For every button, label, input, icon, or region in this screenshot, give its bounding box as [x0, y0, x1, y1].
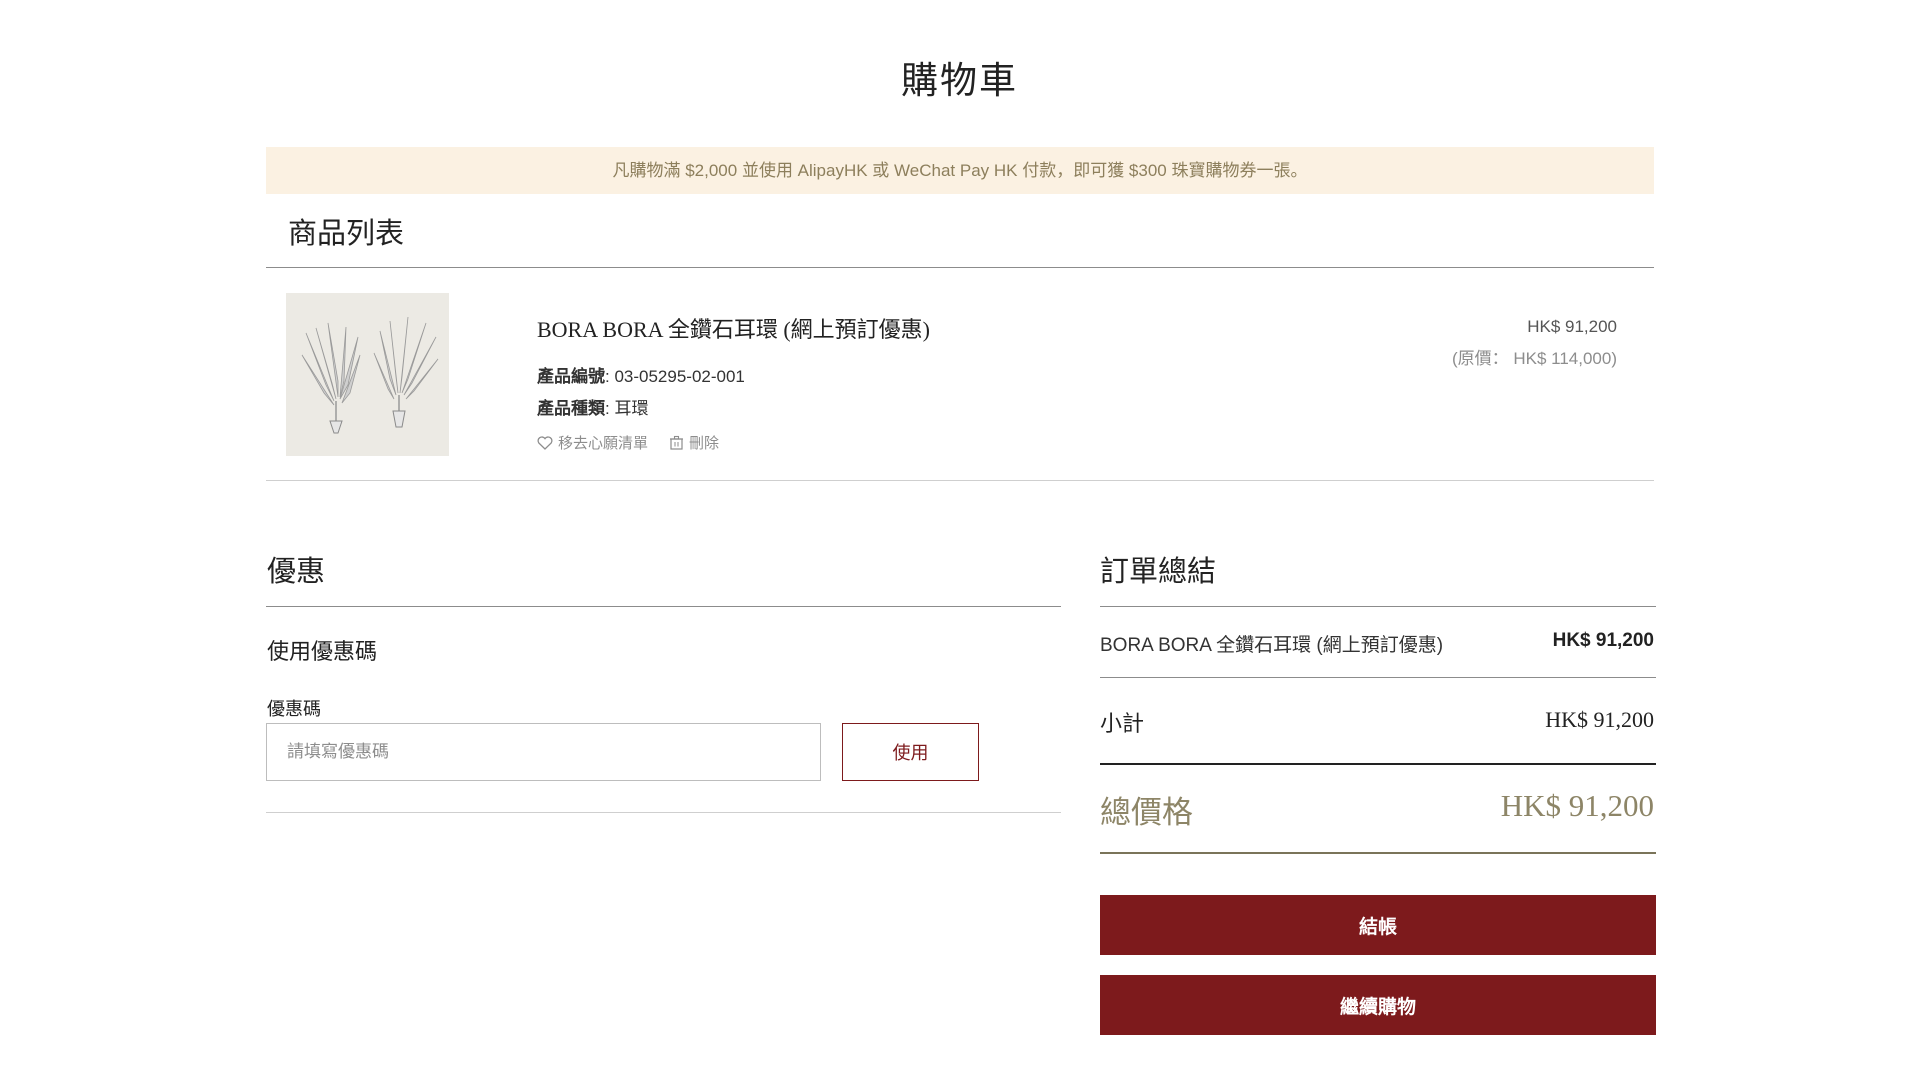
product-row-divider: [266, 480, 1654, 481]
delete-button[interactable]: 刪除: [669, 432, 719, 453]
product-type-value: : 耳環: [605, 399, 649, 418]
summary-header-divider: [1100, 606, 1656, 607]
product-type-label: 產品種類: [537, 399, 605, 418]
product-code: 產品編號: 03-05295-02-001: [537, 362, 745, 387]
trash-icon: [670, 435, 684, 450]
move-to-wishlist-button[interactable]: 移去心願清單: [537, 432, 648, 453]
coupon-field-label: 優惠碼: [267, 699, 321, 719]
coupon-subtitle: 使用優惠碼: [267, 639, 378, 664]
product-type: 產品種類: 耳環: [537, 394, 648, 419]
coupon-section-title: 優惠: [267, 556, 326, 588]
apply-coupon-button[interactable]: 使用: [842, 723, 979, 781]
subtotal-divider: [1100, 763, 1656, 765]
page-title: 購物車: [901, 60, 1018, 101]
product-actions: 移去心願清單 刪除: [537, 432, 719, 453]
products-header-divider: [266, 267, 1654, 268]
product-code-label: 產品編號: [537, 367, 605, 386]
move-to-wishlist-label: 移去心願清單: [558, 435, 649, 452]
diamond-earrings-image[interactable]: [286, 293, 449, 456]
coupon-footer-divider: [266, 812, 1061, 813]
checkout-button[interactable]: 結帳: [1100, 895, 1656, 955]
total-divider: [1100, 852, 1656, 854]
summary-item-price: HK$ 91,200: [1552, 630, 1654, 651]
total-label: 總價格: [1100, 795, 1193, 830]
product-code-value: : 03-05295-02-001: [605, 367, 745, 386]
heart-icon: [537, 435, 553, 450]
total-value: HK$ 91,200: [1500, 788, 1654, 823]
summary-item-name: BORA BORA 全鑽石耳環 (網上預訂優惠): [1100, 635, 1444, 656]
delete-label: 刪除: [689, 435, 720, 452]
subtotal-value: HK$ 91,200: [1545, 707, 1654, 732]
product-original-price: (原價： HK$ 114,000): [1451, 349, 1617, 368]
product-price: HK$ 91,200: [1527, 317, 1617, 336]
summary-item-divider: [1100, 677, 1656, 678]
shopping-cart-page: 購物車 凡購物滿 $2,000 並使用 AlipayHK 或 WeChat Pa…: [0, 0, 1919, 1080]
subtotal-label: 小計: [1100, 711, 1145, 736]
summary-section-title: 訂單總結: [1100, 556, 1217, 588]
coupon-header-divider: [266, 606, 1061, 607]
product-name[interactable]: BORA BORA 全鑽石耳環 (網上預訂優惠): [537, 312, 930, 344]
promo-banner: 凡購物滿 $2,000 並使用 AlipayHK 或 WeChat Pay HK…: [266, 147, 1654, 194]
products-section-title: 商品列表: [288, 218, 405, 250]
coupon-code-input[interactable]: [266, 723, 821, 781]
continue-shopping-button[interactable]: 繼續購物: [1100, 975, 1656, 1035]
